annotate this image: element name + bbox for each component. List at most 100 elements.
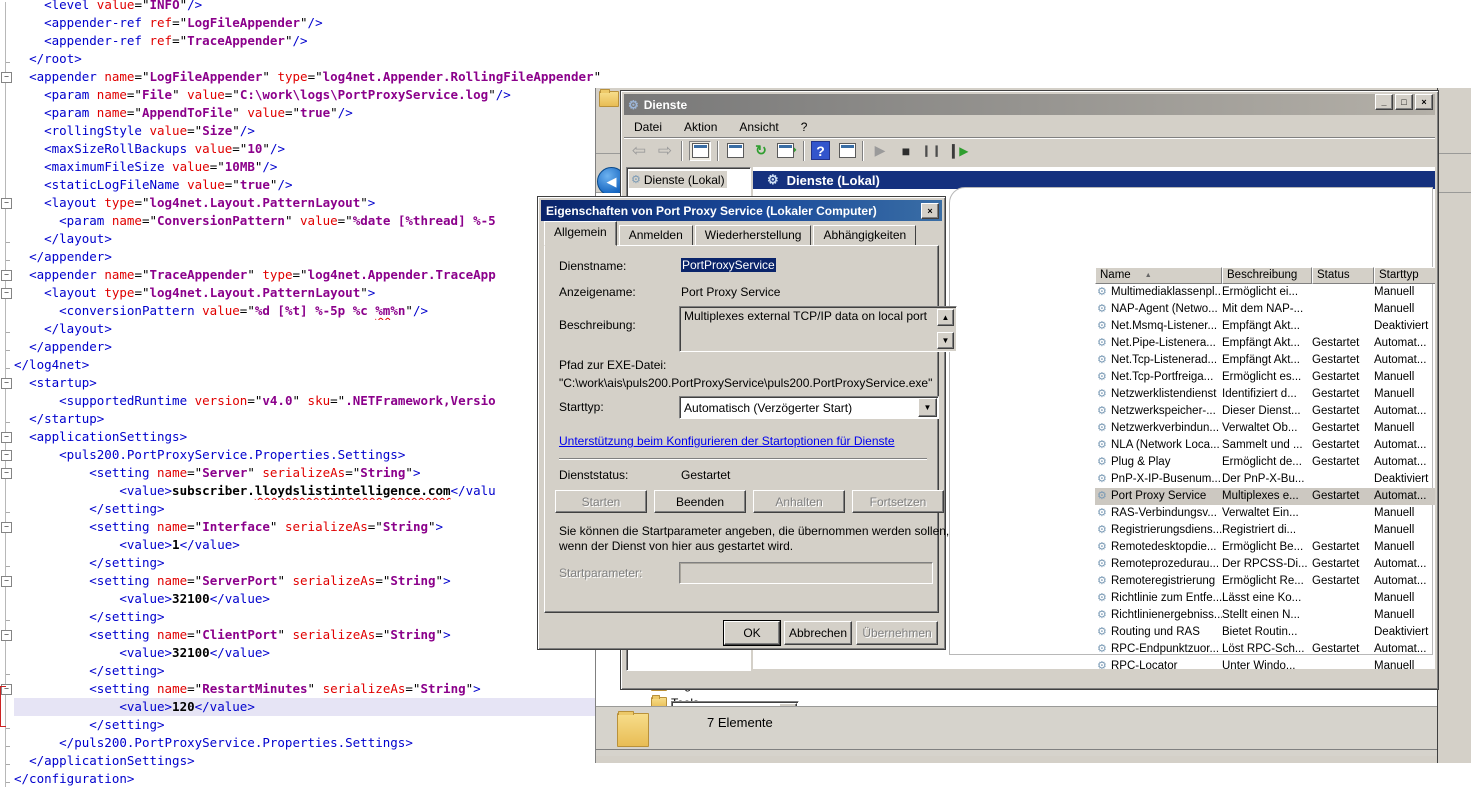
pause-service-icon[interactable]: ❙❙	[922, 142, 942, 160]
code-line[interactable]: <value>32100</value>	[14, 644, 600, 662]
service-row[interactable]: ⚙Routing und RASBietet Routin...Deaktivi…	[1095, 624, 1435, 641]
menu-datei[interactable]: Datei	[634, 120, 662, 134]
tab-anmelden[interactable]: Anmelden	[619, 225, 693, 246]
startoptionen-link[interactable]: Unterstützung beim Konfigurieren der Sta…	[559, 434, 895, 448]
service-row[interactable]: ⚙NLA (Network Loca...Sammelt und ...Gest…	[1095, 437, 1435, 454]
service-row[interactable]: ⚙Net.Tcp-Listenerad...Empfängt Akt...Ges…	[1095, 352, 1435, 369]
collapse-region-icon[interactable]: −	[1, 468, 12, 479]
code-line[interactable]: </setting>	[14, 554, 600, 572]
code-line[interactable]: <puls200.PortProxyService.Properties.Set…	[14, 446, 600, 464]
service-row[interactable]: ⚙Netzwerkspeicher-...Dieser Dienst...Ges…	[1095, 403, 1435, 420]
refresh-icon[interactable]: ↻	[751, 142, 771, 160]
service-row[interactable]: ⚙Registrierungsdiens...Registriert di...…	[1095, 522, 1435, 539]
collapse-region-icon[interactable]: −	[1, 270, 12, 281]
code-line[interactable]: </startup>	[14, 410, 600, 428]
code-line[interactable]: <value>subscriber.lloydslistintelligence…	[14, 482, 600, 500]
menu-ansicht[interactable]: Ansicht	[739, 120, 778, 134]
code-line[interactable]: <value>1</value>	[14, 536, 600, 554]
code-line[interactable]: </setting>	[14, 608, 600, 626]
tab-abhaengigkeiten[interactable]: Abhängigkeiten	[813, 225, 916, 246]
close-icon[interactable]: ×	[1415, 94, 1433, 110]
code-line[interactable]: </setting>	[14, 662, 600, 680]
code-line[interactable]: <param name="ConversionPattern" value="%…	[14, 212, 600, 230]
back-icon[interactable]: ⇦	[629, 142, 649, 160]
uebernehmen-button[interactable]: Übernehmen	[856, 621, 938, 645]
code-line[interactable]: <startup>	[14, 374, 600, 392]
col-starttyp[interactable]: Starttyp	[1374, 267, 1435, 284]
col-status[interactable]: Status	[1312, 267, 1374, 284]
combo-dropdown-icon[interactable]: ▼	[918, 398, 937, 417]
service-row[interactable]: ⚙RAS-Verbindungsv...Verwaltet Ein...Manu…	[1095, 505, 1435, 522]
code-line[interactable]: </log4net>	[14, 356, 600, 374]
menu-aktion[interactable]: Aktion	[684, 120, 717, 134]
code-line[interactable]: </configuration>	[14, 770, 600, 787]
help-icon[interactable]: ?	[811, 141, 830, 160]
code-line[interactable]: <staticLogFileName value="true"/>	[14, 176, 600, 194]
service-row[interactable]: ⚙Net.Pipe-Listenera...Empfängt Akt...Ges…	[1095, 335, 1435, 352]
collapse-region-icon[interactable]: −	[1, 630, 12, 641]
service-row[interactable]: ⚙NAP-Agent (Netwo...Mit dem NAP-...Manue…	[1095, 301, 1435, 318]
code-line[interactable]: <param name="AppendToFile" value="true"/…	[14, 104, 600, 122]
service-row[interactable]: ⚙Plug & PlayErmöglicht de...GestartetAut…	[1095, 454, 1435, 471]
code-line[interactable]: <value>120</value>	[14, 698, 600, 716]
starten-button[interactable]: Starten	[555, 490, 647, 513]
code-line[interactable]: <appender name="TraceAppender" type="log…	[14, 266, 600, 284]
code-line[interactable]: </applicationSettings>	[14, 752, 600, 770]
code-lines[interactable]: <level value="INFO"/> <appender-ref ref=…	[14, 0, 600, 787]
menu-hilfe[interactable]: ?	[801, 120, 808, 134]
code-line[interactable]: </puls200.PortProxyService.Properties.Se…	[14, 734, 600, 752]
code-line[interactable]: <setting name="Interface" serializeAs="S…	[14, 518, 600, 536]
code-line[interactable]: <setting name="ServerPort" serializeAs="…	[14, 572, 600, 590]
code-line[interactable]: </appender>	[14, 338, 600, 356]
service-row[interactable]: ⚙RPC-LocatorUnter Windo...ManuellNetzwer…	[1095, 658, 1435, 669]
code-line[interactable]: <maxSizeRollBackups value="10"/>	[14, 140, 600, 158]
scroll-up-icon[interactable]: ▲	[937, 309, 954, 326]
service-row[interactable]: ⚙Richtlinienergebniss...Stellt einen N..…	[1095, 607, 1435, 624]
editor-outline-gutter[interactable]: −−−−−−−−−−−−	[0, 0, 14, 787]
service-row[interactable]: ⚙Multimediaklassenpl...Ermöglicht ei...M…	[1095, 284, 1435, 301]
service-row[interactable]: ⚙Net.Msmq-Listener...Empfängt Akt...Deak…	[1095, 318, 1435, 335]
code-line[interactable]: </setting>	[14, 500, 600, 518]
code-line[interactable]: <rollingStyle value="Size"/>	[14, 122, 600, 140]
collapse-region-icon[interactable]: −	[1, 576, 12, 587]
code-line[interactable]: </layout>	[14, 320, 600, 338]
restart-service-icon[interactable]: ❙▶	[948, 142, 968, 160]
maximize-icon[interactable]: □	[1395, 94, 1413, 110]
service-row[interactable]: ⚙NetzwerklistendienstIdentifiziert d...G…	[1095, 386, 1435, 403]
code-line[interactable]: <layout type="log4net.Layout.PatternLayo…	[14, 194, 600, 212]
anhalten-button[interactable]: Anhalten	[753, 490, 845, 513]
code-line[interactable]: </layout>	[14, 230, 600, 248]
service-row[interactable]: ⚙RPC-Endpunktzuor...Löst RPC-Sch...Gesta…	[1095, 641, 1435, 658]
service-row[interactable]: ⚙Remoteprozedurau...Der RPCSS-Di...Gesta…	[1095, 556, 1435, 573]
code-line[interactable]: <level value="INFO"/>	[14, 0, 600, 14]
forward-icon[interactable]: ⇨	[655, 142, 675, 160]
abbrechen-button[interactable]: Abbrechen	[784, 621, 852, 645]
service-row[interactable]: ⚙Netzwerkverbindun...Verwaltet Ob...Gest…	[1095, 420, 1435, 437]
code-line[interactable]: <setting name="RestartMinutes" serialize…	[14, 680, 600, 698]
code-line[interactable]: </appender>	[14, 248, 600, 266]
beenden-button[interactable]: Beenden	[654, 490, 746, 513]
code-line[interactable]: <appender name="LogFileAppender" type="l…	[14, 68, 600, 86]
tab-wiederherstellung[interactable]: Wiederherstellung	[695, 225, 812, 246]
tab-allgemein[interactable]: Allgemein	[544, 221, 617, 246]
scroll-down-icon[interactable]: ▼	[937, 332, 954, 349]
collapse-region-icon[interactable]: −	[1, 450, 12, 461]
service-row[interactable]: ⚙PnP-X-IP-Busenum...Der PnP-X-Bu...Deakt…	[1095, 471, 1435, 488]
col-name[interactable]: Name ▲	[1095, 267, 1222, 284]
code-line[interactable]: <supportedRuntime version="v4.0" sku=".N…	[14, 392, 600, 410]
collapse-region-icon[interactable]: −	[1, 432, 12, 443]
start-service-icon[interactable]: ▶	[870, 142, 890, 160]
ok-button[interactable]: OK	[724, 621, 780, 645]
service-row[interactable]: ⚙Port Proxy ServiceMultiplexes e...Gesta…	[1095, 488, 1435, 505]
properties-icon[interactable]	[725, 142, 745, 160]
code-line[interactable]: <applicationSettings>	[14, 428, 600, 446]
stop-service-icon[interactable]: ■	[896, 142, 916, 160]
collapse-region-icon[interactable]: −	[1, 378, 12, 389]
code-line[interactable]: <value>32100</value>	[14, 590, 600, 608]
service-row[interactable]: ⚙RemoteregistrierungErmöglicht Re...Gest…	[1095, 573, 1435, 590]
service-row[interactable]: ⚙Net.Tcp-Portfreiga...Ermöglicht es...Ge…	[1095, 369, 1435, 386]
code-line[interactable]: </setting>	[14, 716, 600, 734]
code-line[interactable]: <setting name="ClientPort" serializeAs="…	[14, 626, 600, 644]
show-tree-icon[interactable]	[689, 141, 711, 161]
tree-item-dienste-lokal[interactable]: ⚙ Dienste (Lokal)	[629, 171, 727, 188]
